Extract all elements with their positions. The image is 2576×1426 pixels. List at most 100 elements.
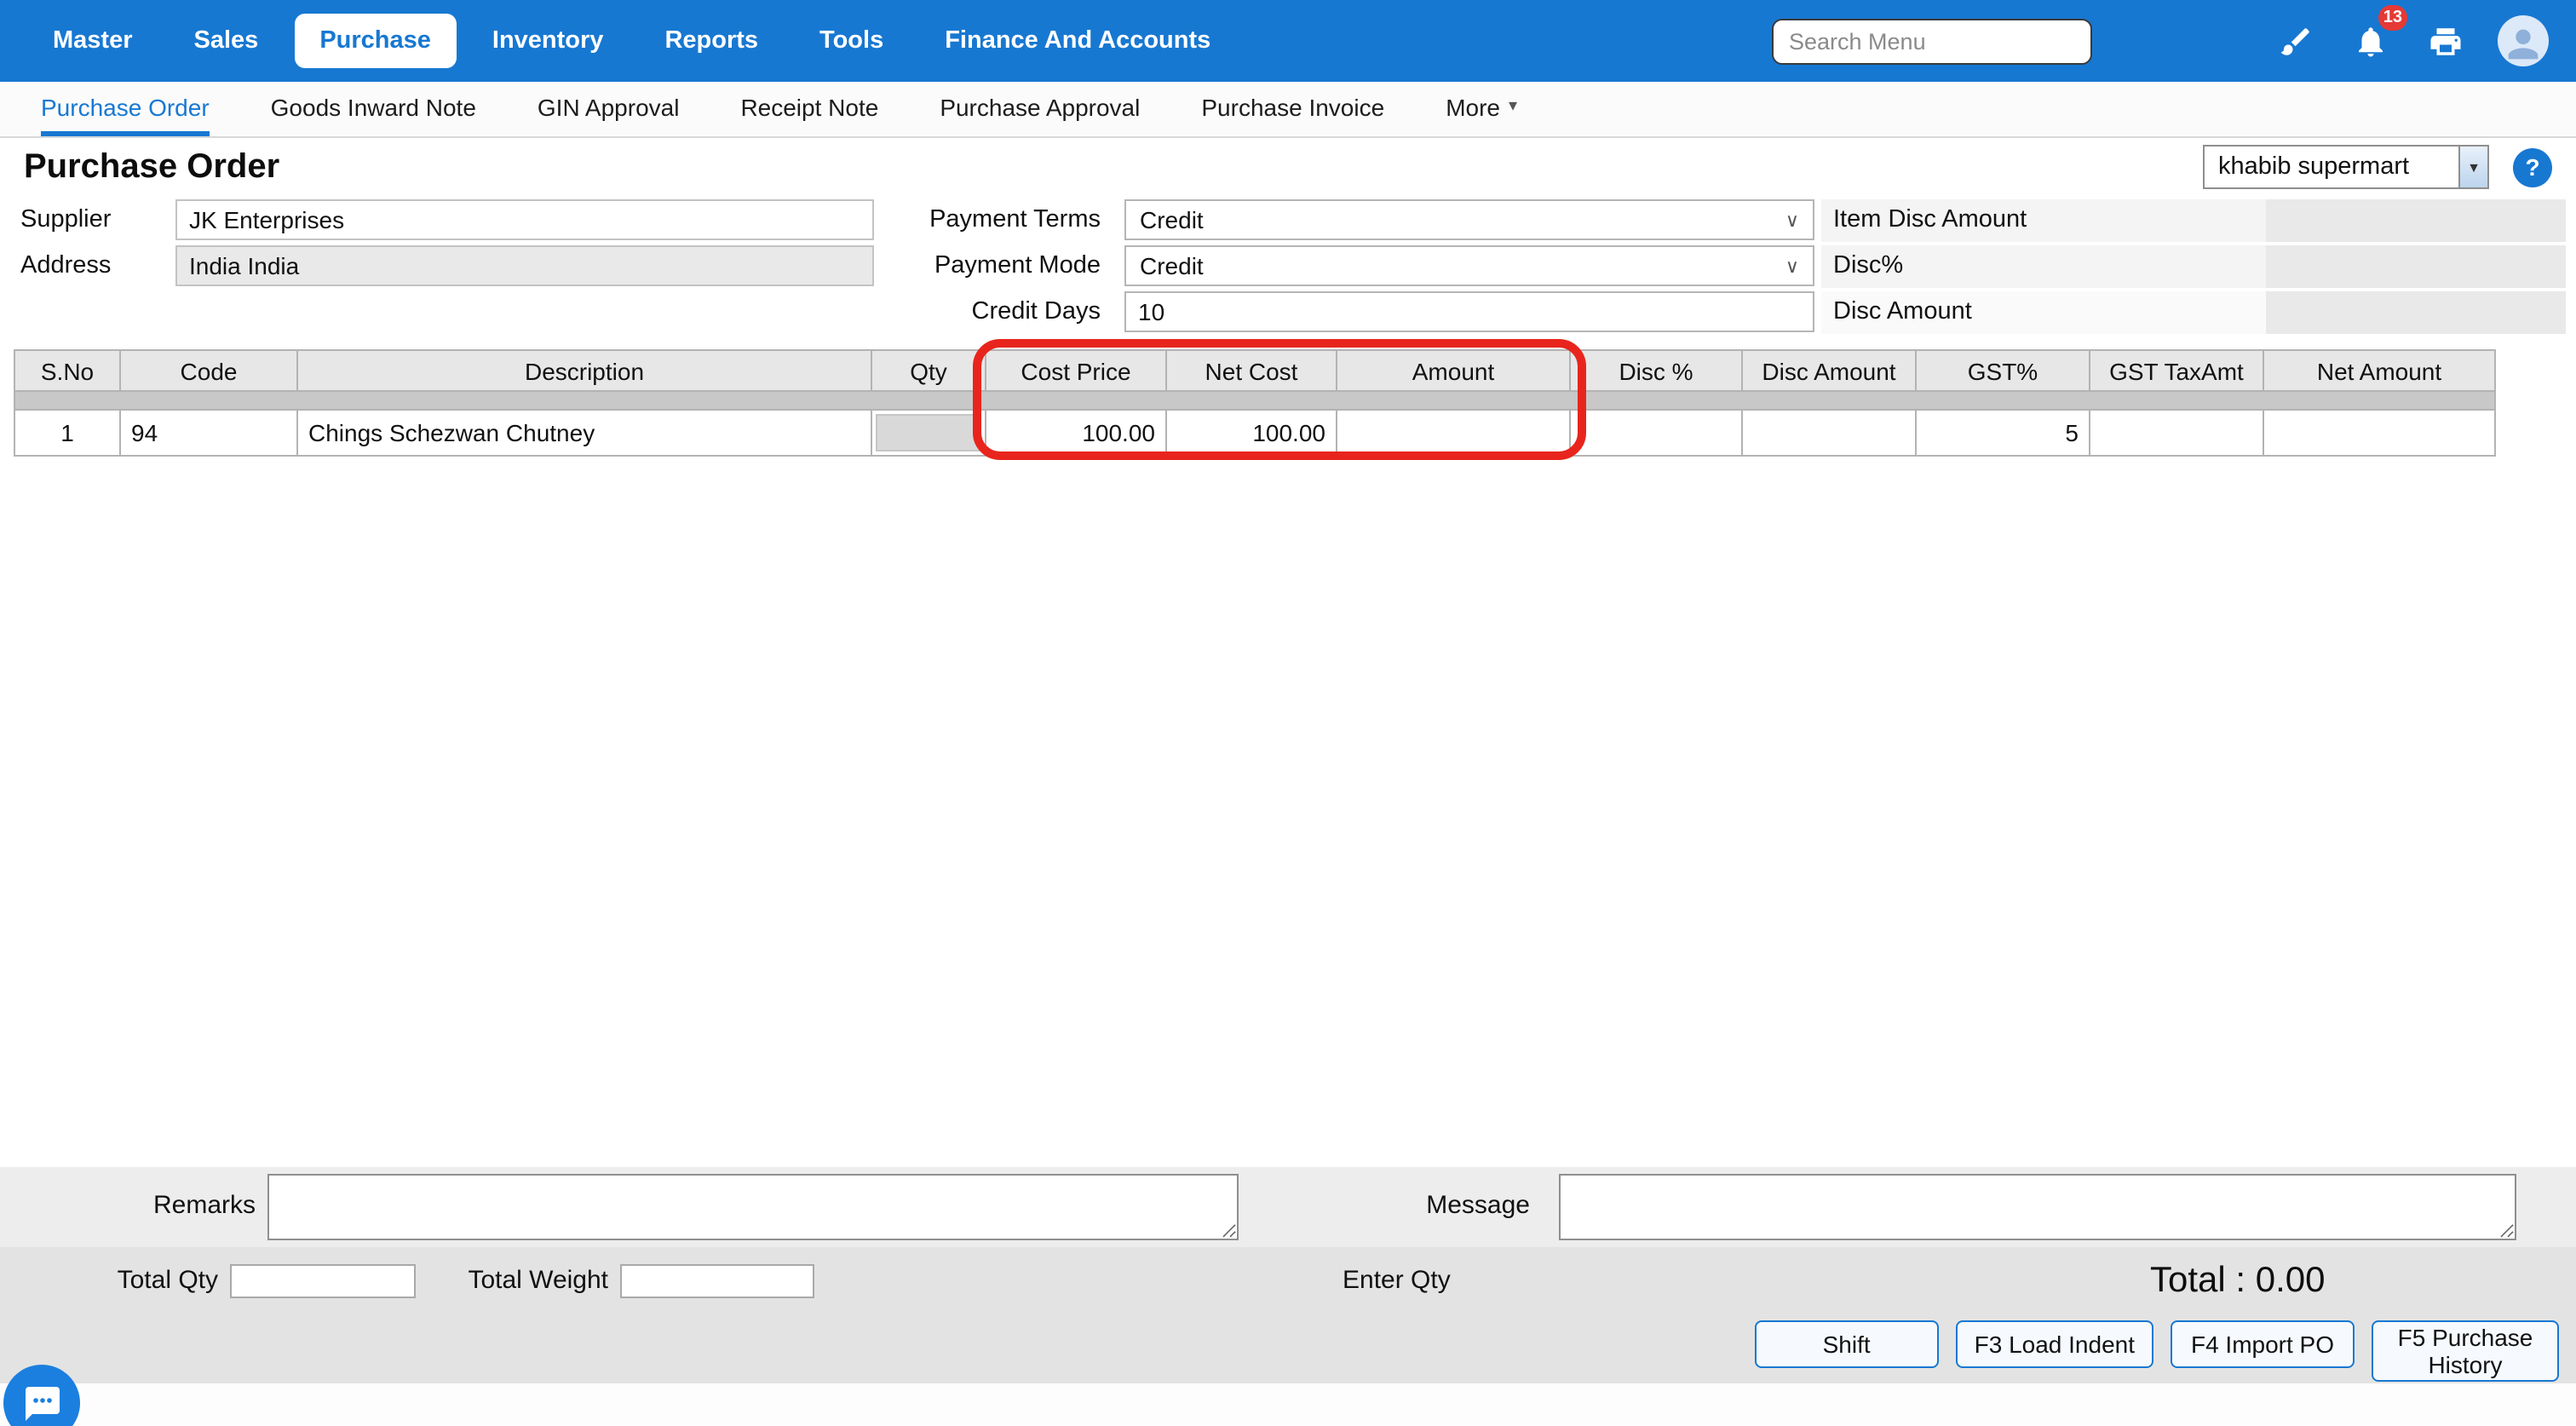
tab-more[interactable]: More ▾	[1446, 82, 1517, 136]
address-input[interactable]	[175, 245, 874, 286]
credit-days-input[interactable]	[1124, 291, 1814, 332]
cell-gst-taxamt[interactable]	[2090, 411, 2264, 457]
bottom-strip	[0, 1383, 2576, 1426]
menu-tools[interactable]: Tools	[794, 14, 909, 68]
notification-badge: 13	[2378, 5, 2407, 31]
dropdown-arrow-icon[interactable]: ▼	[2458, 147, 2487, 187]
store-selector-value: khabib supermart	[2205, 147, 2458, 187]
f3-load-indent-button[interactable]: F3 Load Indent	[1956, 1320, 2153, 1368]
cell-disc-amount[interactable]	[1743, 411, 1917, 457]
tab-goods-inward-note[interactable]: Goods Inward Note	[271, 82, 476, 136]
tab-receipt-note[interactable]: Receipt Note	[740, 82, 878, 136]
table-spacer-row	[15, 392, 2496, 411]
cell-code[interactable]: 94	[121, 411, 298, 457]
total-qty-input[interactable]	[230, 1264, 416, 1298]
po-items-table: S.No Code Description Qty Cost Price Net…	[14, 349, 2496, 457]
shift-button[interactable]: Shift	[1755, 1320, 1939, 1368]
buttons-band: Shift F3 Load Indent F4 Import PO F5 Pur…	[0, 1315, 2576, 1383]
main-menu: Master Sales Purchase Inventory Reports …	[27, 14, 1236, 68]
cell-gst-percent[interactable]: 5	[1917, 411, 2090, 457]
brush-icon[interactable]	[2273, 19, 2317, 63]
chat-icon	[21, 1383, 62, 1423]
chevron-down-icon: ∨	[1785, 209, 1799, 231]
supplier-input[interactable]	[175, 199, 874, 240]
col-header-qty: Qty	[872, 351, 986, 392]
title-right-tools: khabib supermart ▼ ?	[2203, 145, 2552, 189]
menu-master[interactable]: Master	[27, 14, 158, 68]
chevron-down-icon: ▾	[1509, 97, 1517, 116]
top-navbar: Master Sales Purchase Inventory Reports …	[0, 0, 2576, 82]
tab-purchase-invoice[interactable]: Purchase Invoice	[1201, 82, 1384, 136]
footer-buttons: Shift F3 Load Indent F4 Import PO F5 Pur…	[1755, 1320, 2559, 1382]
remarks-band: Remarks Message	[0, 1167, 2576, 1247]
printer-icon-glyph	[2427, 23, 2463, 59]
cell-sno[interactable]: 1	[15, 411, 121, 457]
message-label: Message	[1414, 1191, 1530, 1220]
f5-purchase-history-button[interactable]: F5 Purchase History	[2372, 1320, 2559, 1382]
col-header-code: Code	[121, 351, 298, 392]
supplier-label: Supplier	[20, 199, 111, 242]
tab-purchase-approval[interactable]: Purchase Approval	[940, 82, 1140, 136]
col-header-cost-price: Cost Price	[986, 351, 1167, 392]
purchase-subnav: Purchase Order Goods Inward Note GIN App…	[0, 82, 2576, 138]
help-button[interactable]: ?	[2513, 147, 2552, 187]
notifications-bell-icon[interactable]: 13	[2348, 19, 2392, 63]
cell-net-amount[interactable]	[2264, 411, 2496, 457]
person-icon	[2501, 22, 2545, 66]
payment-terms-label: Payment Terms	[886, 199, 1101, 242]
cell-net-cost[interactable]: 100.00	[1167, 411, 1337, 457]
qty-input[interactable]	[876, 414, 981, 451]
page-title: Purchase Order	[24, 147, 279, 187]
chevron-down-icon: ∨	[1785, 255, 1799, 277]
total-qty-label: Total Qty	[68, 1266, 218, 1295]
menu-inventory[interactable]: Inventory	[467, 14, 630, 68]
payment-terms-value: Credit	[1140, 206, 1204, 233]
message-textarea[interactable]	[1559, 1174, 2516, 1240]
total-weight-label: Total Weight	[443, 1266, 608, 1295]
disc-percent-field[interactable]	[2266, 245, 2566, 288]
cell-qty[interactable]	[872, 411, 986, 457]
menu-finance-and-accounts[interactable]: Finance And Accounts	[919, 14, 1236, 68]
menu-sales[interactable]: Sales	[169, 14, 285, 68]
tab-gin-approval[interactable]: GIN Approval	[538, 82, 680, 136]
menu-reports[interactable]: Reports	[639, 14, 784, 68]
payment-mode-select[interactable]: Credit ∨	[1124, 245, 1814, 286]
purchase-order-page: Master Sales Purchase Inventory Reports …	[0, 0, 2576, 1426]
col-header-net-cost: Net Cost	[1167, 351, 1337, 392]
col-header-disc-percent: Disc %	[1571, 351, 1743, 392]
search-menu-input[interactable]	[1772, 18, 2092, 64]
brush-icon-glyph	[2277, 23, 2313, 59]
disc-amount-label: Disc Amount	[1821, 291, 2266, 334]
cell-description[interactable]: Chings Schezwan Chutney	[298, 411, 872, 457]
col-header-sno: S.No	[15, 351, 121, 392]
payment-mode-label: Payment Mode	[886, 245, 1101, 288]
col-header-disc-amount: Disc Amount	[1743, 351, 1917, 392]
disc-amount-field[interactable]	[2266, 291, 2566, 334]
store-selector[interactable]: khabib supermart ▼	[2203, 145, 2489, 189]
enter-qty-label: Enter Qty	[1343, 1266, 1451, 1295]
remarks-textarea[interactable]	[267, 1174, 1239, 1240]
tab-purchase-order[interactable]: Purchase Order	[41, 82, 210, 136]
item-disc-amount-field[interactable]	[2266, 199, 2566, 242]
payment-mode-value: Credit	[1140, 252, 1204, 279]
credit-days-label: Credit Days	[886, 291, 1101, 334]
total-weight-input[interactable]	[620, 1264, 814, 1298]
cell-disc-percent[interactable]	[1571, 411, 1743, 457]
totals-band: Total Qty Total Weight Enter Qty Total :…	[0, 1247, 2576, 1315]
f4-import-po-button[interactable]: F4 Import PO	[2171, 1320, 2355, 1368]
cell-cost-price[interactable]: 100.00	[986, 411, 1167, 457]
col-header-net-amount: Net Amount	[2264, 351, 2496, 392]
col-header-gst-taxamt: GST TaxAmt	[2090, 351, 2264, 392]
menu-purchase[interactable]: Purchase	[294, 14, 457, 68]
disc-percent-label: Disc%	[1821, 245, 2266, 288]
print-icon[interactable]	[2423, 19, 2467, 63]
cell-amount[interactable]	[1337, 411, 1571, 457]
user-avatar[interactable]	[2498, 15, 2549, 66]
address-label: Address	[20, 245, 111, 288]
tab-more-label: More	[1446, 93, 1500, 120]
item-disc-amount-label: Item Disc Amount	[1821, 199, 2266, 242]
topbar-right-tools: 13	[1772, 15, 2549, 66]
payment-terms-select[interactable]: Credit ∨	[1124, 199, 1814, 240]
remarks-label: Remarks	[153, 1191, 252, 1220]
titlebar: Purchase Order khabib supermart ▼ ?	[0, 138, 2576, 196]
